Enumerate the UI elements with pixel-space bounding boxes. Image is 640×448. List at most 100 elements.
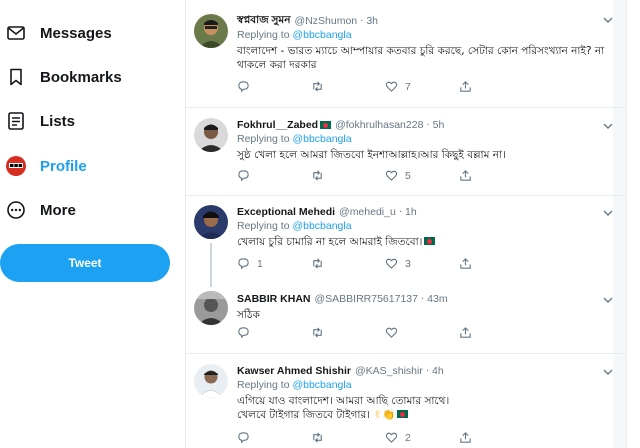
replying-to: Replying to @bbcbangla	[237, 133, 616, 146]
clapping-hands-icon: 👏	[382, 409, 396, 421]
chevron-down-icon[interactable]	[602, 294, 614, 306]
tweet-item[interactable]: Fokhrul__Zabed @fokhrulhasan228 · 5h Rep…	[186, 108, 626, 196]
tweet-item[interactable]: Exceptional Mehedi @mehedi_u · 1h Replyi…	[186, 196, 626, 287]
sidebar-item-label: Bookmarks	[40, 68, 122, 86]
author-name[interactable]: স্বপ্নবাজ সুমন	[237, 13, 291, 30]
like-button[interactable]: 5	[385, 169, 459, 182]
tweet-text-content: খেলায় চুরি চামারি না হলে আমরাই জিতবো।	[237, 236, 423, 248]
author-handle[interactable]: @NzShumon	[295, 15, 358, 27]
author-name[interactable]: Kawser Ahmed Shishir	[237, 365, 351, 377]
sidebar-nav: Messages Bookmarks Lists Profile More Tw…	[0, 0, 185, 448]
tweet-text: সুষ্ঠ খেলা হলে আমরা জিতবো ইনশাআল্লাহ।আর …	[237, 149, 506, 161]
like-count: 2	[405, 431, 411, 444]
sidebar-item-profile[interactable]: Profile	[0, 146, 87, 186]
retweet-button[interactable]	[311, 257, 385, 270]
envelope-icon	[5, 22, 27, 44]
retweet-icon	[313, 432, 322, 443]
replying-to-prefix: Replying to	[237, 133, 290, 145]
tweet-text-line-emoji: খেলবে টাইগার জিতবে টাইগার। ✌👏	[237, 408, 616, 422]
replying-to-prefix: Replying to	[237, 29, 290, 41]
bookmark-icon	[5, 66, 27, 88]
reply-button[interactable]	[237, 326, 311, 339]
tweet-timestamp[interactable]: 4h	[432, 365, 444, 377]
tweet-timestamp[interactable]: 43m	[427, 293, 447, 305]
sidebar-item-more[interactable]: More	[0, 190, 76, 230]
sidebar-item-label: Profile	[40, 157, 87, 175]
author-handle[interactable]: @KAS_shishir	[355, 365, 423, 377]
tweet-body: SABBIR KHAN @SABBIRR75617137 · 43m সঠিক	[237, 292, 616, 322]
chevron-down-icon[interactable]	[602, 207, 614, 219]
reply-icon	[238, 81, 249, 93]
tweet-body: স্বপ্নবাজ সুমন @NzShumon · 3h Replying t…	[237, 14, 616, 72]
author-name[interactable]: Exceptional Mehedi	[237, 206, 335, 218]
tweet-timestamp[interactable]: 3h	[366, 15, 378, 27]
separator-dot: ·	[398, 206, 402, 218]
reply-count: 1	[257, 257, 263, 270]
retweet-icon	[313, 258, 322, 269]
author-handle[interactable]: @fokhrulhasan228	[335, 119, 423, 131]
reply-button[interactable]	[237, 169, 311, 182]
heart-icon	[385, 170, 398, 181]
tweet-timestamp[interactable]: 5h	[433, 119, 445, 131]
like-count: 5	[405, 169, 411, 182]
mention-link[interactable]: @bbcbangla	[292, 133, 351, 145]
tweet-timestamp[interactable]: 1h	[405, 206, 417, 218]
reply-button[interactable]	[237, 80, 311, 93]
reply-icon	[238, 258, 249, 270]
reply-button[interactable]	[237, 431, 311, 444]
replying-to: Replying to @bbcbangla	[237, 379, 616, 392]
like-button[interactable]: 3	[385, 257, 459, 270]
heart-icon	[385, 432, 398, 443]
like-count: 3	[405, 257, 411, 270]
tweet-item[interactable]: SABBIR KHAN @SABBIRR75617137 · 43m সঠিক	[186, 284, 626, 354]
share-button[interactable]	[459, 257, 533, 270]
tweet-header: স্বপ্নবাজ সুমন @NzShumon · 3h	[237, 14, 616, 28]
avatar[interactable]	[194, 205, 228, 239]
sidebar-item-label: Messages	[40, 24, 112, 42]
tweet-button[interactable]: Tweet	[0, 244, 170, 282]
sidebar-item-lists[interactable]: Lists	[0, 101, 75, 141]
sidebar-item-label: More	[40, 201, 76, 219]
mention-link[interactable]: @bbcbangla	[292, 220, 351, 232]
share-button[interactable]	[459, 80, 533, 93]
like-button[interactable]	[385, 326, 459, 339]
share-button[interactable]	[459, 169, 533, 182]
reply-timeline: স্বপ্নবাজ সুমন @NzShumon · 3h Replying t…	[185, 0, 627, 448]
heart-icon	[385, 327, 398, 338]
heart-icon	[385, 258, 398, 269]
share-icon	[460, 81, 471, 92]
retweet-button[interactable]	[311, 431, 385, 444]
retweet-button[interactable]	[311, 326, 385, 339]
tweet-actions: 5	[237, 169, 533, 182]
chevron-down-icon[interactable]	[602, 366, 614, 378]
avatar[interactable]	[194, 364, 228, 398]
share-button[interactable]	[459, 326, 533, 339]
retweet-button[interactable]	[311, 169, 385, 182]
avatar-icon	[5, 155, 27, 177]
retweet-button[interactable]	[311, 80, 385, 93]
mention-link[interactable]: @bbcbangla	[292, 29, 351, 41]
sidebar-item-bookmarks[interactable]: Bookmarks	[0, 57, 122, 97]
separator-dot: ·	[360, 15, 364, 27]
bangladesh-flag-icon	[397, 410, 409, 418]
author-name[interactable]: SABBIR KHAN	[237, 293, 311, 305]
share-button[interactable]	[459, 431, 533, 444]
author-handle[interactable]: @SABBIRR75617137	[315, 293, 418, 305]
like-button[interactable]: 2	[385, 431, 459, 444]
sidebar-item-messages[interactable]: Messages	[0, 13, 112, 53]
chevron-down-icon[interactable]	[602, 14, 614, 26]
thread-connector	[210, 243, 212, 287]
retweet-icon	[313, 81, 322, 92]
bangladesh-flag-icon	[320, 121, 332, 129]
tweet-item[interactable]: স্বপ্নবাজ সুমন @NzShumon · 3h Replying t…	[186, 0, 626, 108]
avatar[interactable]	[194, 118, 228, 152]
author-name[interactable]: Fokhrul__Zabed	[237, 119, 318, 131]
avatar[interactable]	[194, 291, 228, 325]
tweet-item[interactable]: Kawser Ahmed Shishir @KAS_shishir · 4h R…	[186, 354, 626, 448]
author-handle[interactable]: @mehedi_u	[339, 206, 396, 218]
mention-link[interactable]: @bbcbangla	[292, 379, 351, 391]
chevron-down-icon[interactable]	[602, 120, 614, 132]
reply-button[interactable]: 1	[237, 257, 311, 270]
avatar[interactable]	[194, 14, 228, 48]
like-button[interactable]: 7	[385, 80, 459, 93]
